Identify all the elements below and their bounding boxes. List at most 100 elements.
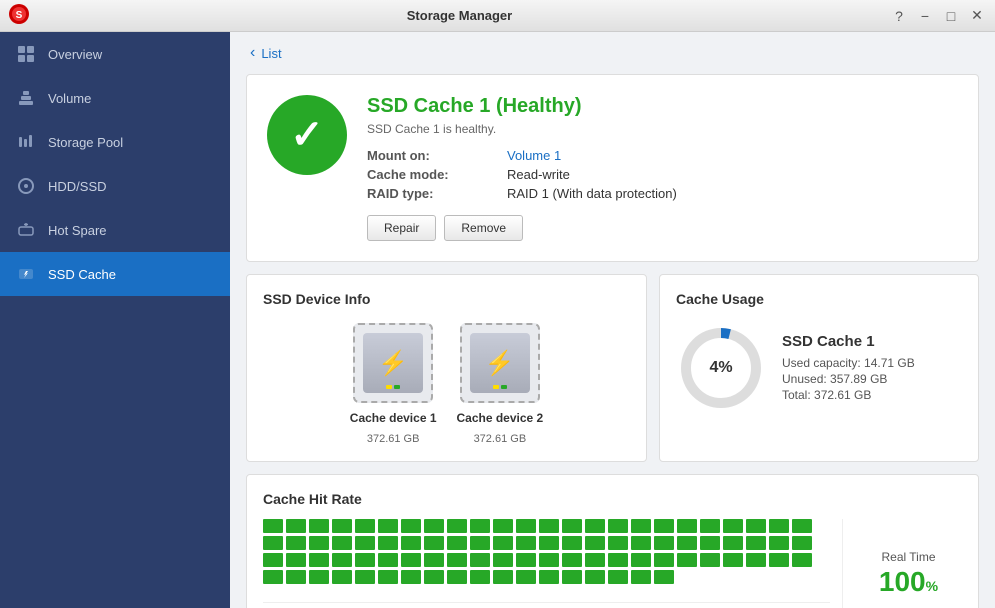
bar-cell — [631, 536, 651, 550]
bar-cell — [378, 536, 398, 550]
bar-cell — [677, 519, 697, 533]
bar-cell — [769, 519, 789, 533]
bar-cell — [424, 553, 444, 567]
overview-icon — [16, 44, 36, 64]
bar-cell — [355, 519, 375, 533]
bar-cell — [263, 536, 283, 550]
device-item-2: ⚡ Cache device 2 372.61 GB — [457, 323, 544, 445]
bar-cell — [493, 570, 513, 584]
repair-button[interactable]: Repair — [367, 215, 436, 241]
cache-usage-panel: Cache Usage 4% SSD Cache 1 Used capa — [659, 274, 979, 462]
bar-cell — [332, 519, 352, 533]
mount-on-value[interactable]: Volume 1 — [507, 148, 958, 163]
bar-cell — [470, 553, 490, 567]
bar-cell — [539, 536, 559, 550]
device-size-2: 372.61 GB — [474, 433, 527, 445]
bar-cell — [378, 519, 398, 533]
content-area: ‹ List ✓ SSD Cache 1 (Healthy) SSD Cache… — [230, 32, 995, 608]
bar-cell — [378, 570, 398, 584]
bar-cell — [447, 553, 467, 567]
cache-mode-value: Read-write — [507, 167, 958, 182]
device-list: ⚡ Cache device 1 372.61 GB — [263, 323, 630, 445]
led-green-1 — [394, 385, 400, 389]
bar-cell — [585, 519, 605, 533]
hit-rate-body: 1 Day 99% 1 Week 99% 1 Month — [263, 519, 962, 608]
cache-mode-label: Cache mode: — [367, 167, 507, 182]
info-section: ✓ SSD Cache 1 (Healthy) SSD Cache 1 is h… — [246, 74, 979, 262]
device-name-1: Cache device 1 — [350, 411, 437, 425]
led-yellow-1 — [386, 385, 392, 389]
sidebar-item-overview[interactable]: Overview — [0, 32, 230, 76]
minimize-button[interactable]: − — [915, 6, 935, 26]
hdd-ssd-icon — [16, 176, 36, 196]
bar-cell — [792, 553, 812, 567]
bar-cell — [332, 570, 352, 584]
sidebar-item-volume[interactable]: Volume — [0, 76, 230, 120]
panels-row: SSD Device Info ⚡ — [246, 274, 979, 462]
cache-usage-name: SSD Cache 1 — [782, 333, 962, 350]
bar-cell — [723, 536, 743, 550]
sidebar-item-ssd-cache[interactable]: SSD Cache — [0, 252, 230, 296]
bar-cell — [723, 553, 743, 567]
bar-cell — [263, 519, 283, 533]
sidebar-item-hot-spare[interactable]: Hot Spare — [0, 208, 230, 252]
bar-cell — [677, 536, 697, 550]
help-button[interactable]: ? — [889, 6, 909, 26]
bar-cell — [654, 519, 674, 533]
bar-cell — [309, 570, 329, 584]
cache-info: SSD Cache 1 Used capacity: 14.71 GB Unus… — [782, 333, 962, 404]
ssd-device-info-title: SSD Device Info — [263, 291, 630, 307]
bar-cell — [608, 519, 628, 533]
lightning-icon-1: ⚡ — [378, 349, 408, 378]
bar-cell — [309, 536, 329, 550]
raid-type-value: RAID 1 (With data protection) — [507, 186, 958, 201]
bar-cell — [286, 519, 306, 533]
bar-cell — [585, 536, 605, 550]
device-size-1: 372.61 GB — [367, 433, 420, 445]
app-title: Storage Manager — [30, 8, 889, 23]
ssd-device-info-panel: SSD Device Info ⚡ — [246, 274, 647, 462]
breadcrumb[interactable]: ‹ List — [230, 32, 995, 74]
donut-label: 4% — [709, 359, 732, 377]
bar-cell — [654, 553, 674, 567]
remove-button[interactable]: Remove — [444, 215, 523, 241]
bar-cell — [700, 536, 720, 550]
breadcrumb-label[interactable]: List — [261, 46, 281, 61]
sidebar: Overview Volume Storage Pool — [0, 32, 230, 608]
bar-cell — [516, 570, 536, 584]
volume-icon — [16, 88, 36, 108]
cache-used: Used capacity: 14.71 GB — [782, 356, 962, 370]
sidebar-item-storage-pool[interactable]: Storage Pool — [0, 120, 230, 164]
info-details: SSD Cache 1 (Healthy) SSD Cache 1 is hea… — [367, 95, 958, 241]
bar-cell — [746, 553, 766, 567]
device-icon-inner-1: ⚡ — [363, 333, 423, 393]
bar-cell — [447, 570, 467, 584]
cache-usage-content: 4% SSD Cache 1 Used capacity: 14.71 GB U… — [676, 323, 962, 413]
close-button[interactable]: ✕ — [967, 6, 987, 26]
bar-cell — [286, 553, 306, 567]
hit-rate-stats: 1 Day 99% 1 Week 99% 1 Month — [263, 602, 830, 608]
bar-cell — [608, 536, 628, 550]
cache-title: SSD Cache 1 (Healthy) — [367, 95, 958, 118]
bar-cell — [401, 570, 421, 584]
bar-cell — [700, 553, 720, 567]
bar-cell — [723, 519, 743, 533]
sidebar-item-hdd-ssd[interactable]: HDD/SSD — [0, 164, 230, 208]
bar-cell — [769, 553, 789, 567]
breadcrumb-arrow: ‹ — [250, 44, 255, 62]
cache-unused: Unused: 357.89 GB — [782, 372, 962, 386]
bar-cell — [424, 570, 444, 584]
bar-cell — [562, 536, 582, 550]
bar-cell — [401, 536, 421, 550]
bar-cell — [654, 570, 674, 584]
bar-cell — [516, 536, 536, 550]
bar-cell — [746, 536, 766, 550]
bar-cell — [286, 570, 306, 584]
maximize-button[interactable]: □ — [941, 6, 961, 26]
status-circle: ✓ — [267, 95, 347, 175]
bar-cell — [263, 570, 283, 584]
cache-hit-rate-panel: Cache Hit Rate 1 Day 99% 1 Week — [246, 474, 979, 608]
lightning-icon-2: ⚡ — [485, 349, 515, 378]
info-grid: Mount on: Volume 1 Cache mode: Read-writ… — [367, 148, 958, 201]
bar-cell — [608, 570, 628, 584]
